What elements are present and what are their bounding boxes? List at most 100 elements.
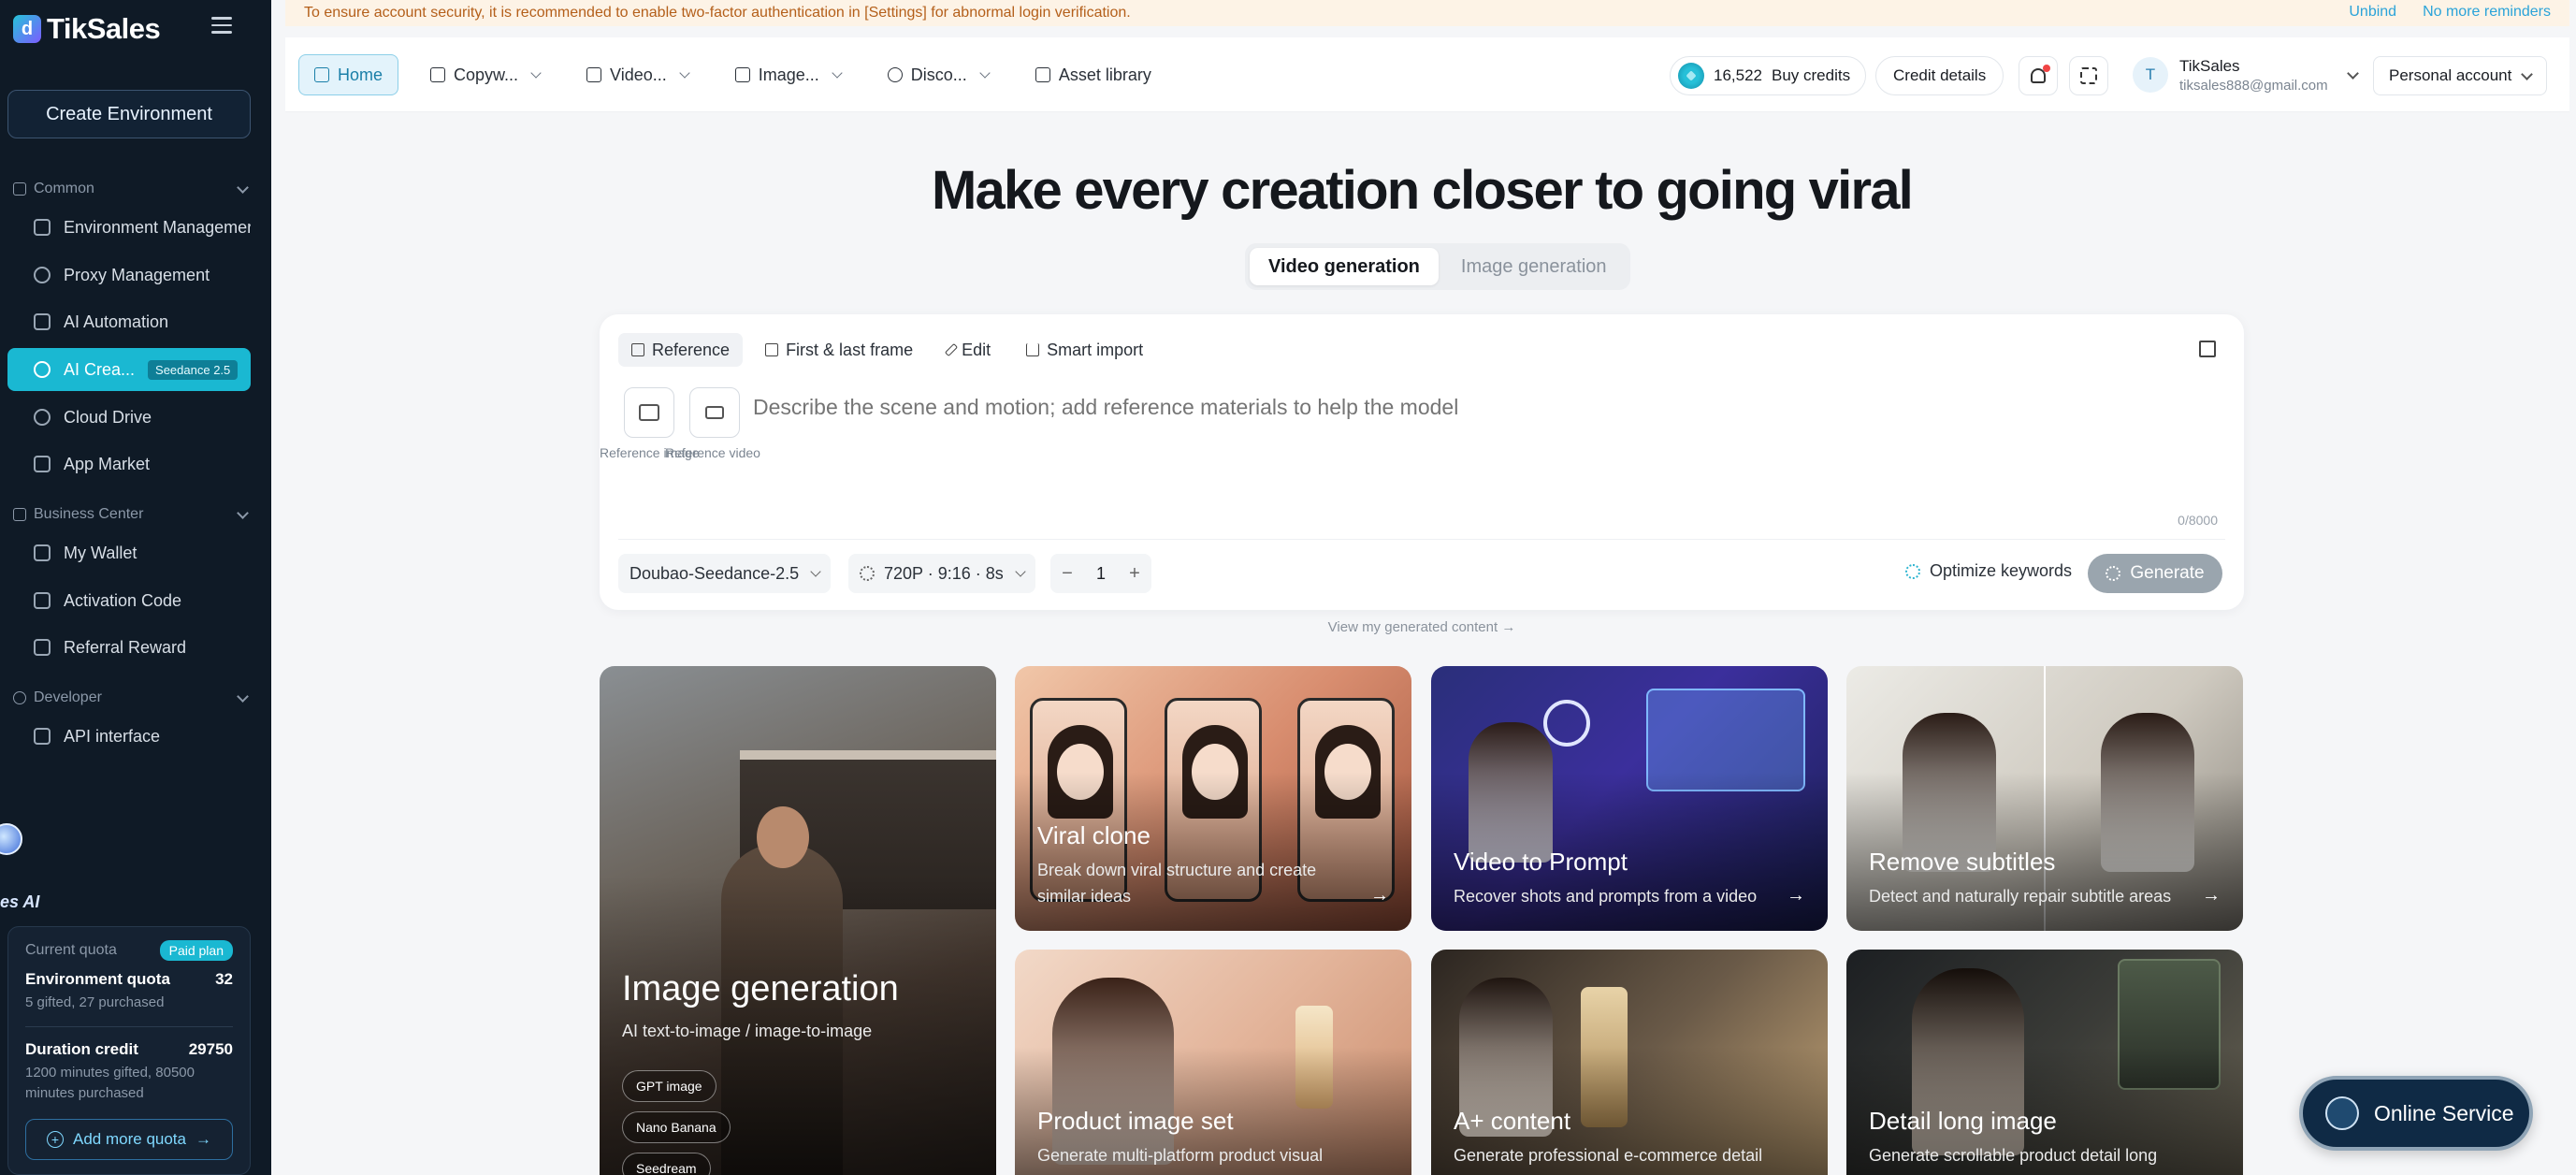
tab-reference[interactable]: Reference — [618, 333, 744, 367]
hamburger-menu-icon[interactable] — [211, 17, 232, 34]
tag-seedream[interactable]: Seedream — [622, 1153, 711, 1175]
tag-gpt-image[interactable]: GPT image — [622, 1070, 716, 1102]
nav-home[interactable]: Home — [298, 54, 399, 95]
sidebar-item-proxy[interactable]: Proxy Management — [7, 254, 251, 297]
card-viral-clone[interactable]: Viral clone Break down viral structure a… — [1015, 666, 1411, 931]
group-common-label: Common — [34, 181, 94, 196]
tab-video-generation[interactable]: Video generation — [1250, 248, 1439, 285]
no-more-reminders-link[interactable]: No more reminders — [2423, 4, 2551, 21]
sidebar-item-automation[interactable]: AI Automation — [7, 300, 251, 343]
card-remove-subtitles[interactable]: Remove subtitles Detect and naturally re… — [1846, 666, 2243, 931]
sidebar-item-referral[interactable]: Referral Reward — [7, 626, 251, 669]
create-environment-button[interactable]: Create Environment — [7, 90, 251, 138]
current-quota-label: Current quota — [25, 942, 117, 958]
sidebar-item-api[interactable]: API interface — [7, 715, 251, 758]
frames-icon — [765, 343, 779, 356]
notice-text: To ensure account security, it is recomm… — [304, 5, 1131, 21]
plan-badge: Paid plan — [159, 940, 233, 961]
env-quota-title: Environment quota — [25, 970, 170, 988]
reference-image-upload[interactable] — [624, 387, 674, 438]
card-desc: Generate professional e-commerce detail — [1454, 1146, 1763, 1165]
card-product-image-set[interactable]: Product image set Generate multi-platfor… — [1015, 950, 1411, 1175]
composer-tabs: Reference First & last frame Edit Smart … — [618, 333, 1156, 367]
card-title: Detail long image — [1869, 1107, 2057, 1135]
user-menu[interactable]: T TikSales tiksales888@gmail.com — [2133, 51, 2359, 99]
card-desc: Generate scrollable product detail long — [1869, 1146, 2158, 1165]
tab-image-generation[interactable]: Image generation — [1442, 248, 1626, 285]
online-service-button[interactable]: Online Service — [2299, 1076, 2533, 1151]
reference-video-upload[interactable] — [689, 387, 740, 438]
optimize-keywords-button[interactable]: Optimize keywords — [1905, 561, 2072, 581]
card-a-plus-content[interactable]: A+ content Generate professional e-comme… — [1431, 950, 1828, 1175]
scan-icon — [2080, 67, 2097, 84]
prompt-input[interactable] — [753, 395, 2212, 420]
nav-video[interactable]: Video... — [572, 54, 703, 95]
sidebar-item-ai-creation[interactable]: AI Crea... Seedance 2.5 — [7, 348, 251, 391]
chevron-down-icon — [237, 181, 249, 194]
reference-video-caption: Reference video — [665, 445, 760, 460]
arrow-right-icon: → — [2202, 885, 2221, 906]
arrow-right-icon: → — [1787, 885, 1805, 906]
video-settings-select[interactable]: 720P · 9:16 · 8s — [848, 554, 1035, 593]
sidebar-item-label: My Wallet — [64, 543, 137, 562]
card-desc: Generate multi-platform product visual — [1037, 1146, 1324, 1165]
decrement-button[interactable]: − — [1050, 563, 1084, 585]
card-image-generation[interactable]: Image generation AI text-to-image / imag… — [600, 666, 996, 1175]
card-title: Image generation — [622, 969, 899, 1008]
video-icon — [586, 67, 602, 82]
credit-coin-icon — [1678, 63, 1704, 89]
sidebar: d TikSales Create Environment Common Env… — [0, 0, 271, 1175]
sidebar-item-wallet[interactable]: My Wallet — [7, 531, 251, 574]
download-icon — [1026, 343, 1040, 356]
account-select[interactable]: Personal account — [2373, 56, 2547, 95]
app-logo[interactable]: d TikSales — [13, 9, 161, 49]
sidebar-item-label: API interface — [64, 726, 161, 746]
chevron-down-icon — [237, 690, 249, 703]
tab-first-last-frame[interactable]: First & last frame — [752, 333, 926, 367]
buy-credits-label: Buy credits — [1772, 66, 1851, 84]
store-icon — [34, 456, 51, 472]
logo-mark-icon: d — [13, 15, 41, 43]
scan-button[interactable] — [2069, 56, 2108, 95]
nav-copywriting[interactable]: Copyw... — [415, 54, 555, 95]
char-counter: 0/8000 — [2178, 513, 2218, 528]
group-business[interactable]: Business Center — [13, 501, 249, 528]
duration-credit-sub: 1200 minutes gifted, 80500 minutes purch… — [25, 1065, 195, 1101]
sidebar-item-app-market[interactable]: App Market — [7, 442, 251, 486]
card-video-to-prompt[interactable]: Video to Prompt Recover shots and prompt… — [1431, 666, 1828, 931]
nav-label: Video... — [610, 65, 667, 84]
credits-pill[interactable]: 16,522 Buy credits — [1670, 56, 1867, 95]
unbind-link[interactable]: Unbind — [2349, 4, 2396, 21]
optimize-label: Optimize keywords — [1930, 561, 2073, 580]
ring-light-shape — [1543, 700, 1590, 747]
quantity-value: 1 — [1095, 563, 1106, 583]
model-select[interactable]: Doubao-Seedance-2.5 — [618, 554, 832, 593]
sidebar-item-cloud-drive[interactable]: Cloud Drive — [7, 396, 251, 439]
nav-discover[interactable]: Disco... — [873, 54, 1004, 95]
ai-mascot-icon[interactable] — [0, 823, 22, 855]
increment-button[interactable]: + — [1118, 563, 1151, 585]
card-detail-long-image[interactable]: Detail long image Generate scrollable pr… — [1846, 950, 2243, 1175]
generate-button[interactable]: Generate — [2088, 554, 2222, 593]
chevron-down-icon — [2521, 67, 2533, 80]
chevron-down-icon — [1015, 566, 1026, 577]
group-developer[interactable]: Developer — [13, 685, 249, 711]
tab-smart-import[interactable]: Smart import — [1013, 333, 1156, 367]
notifications-button[interactable] — [2019, 56, 2058, 95]
nav-image[interactable]: Image... — [720, 54, 856, 95]
image-icon — [734, 67, 750, 82]
fullscreen-icon[interactable] — [2199, 341, 2216, 357]
credit-details-button[interactable]: Credit details — [1875, 56, 2004, 95]
person-face-shape — [757, 806, 809, 868]
group-common[interactable]: Common — [13, 176, 249, 202]
tab-edit[interactable]: Edit — [935, 333, 1004, 367]
add-quota-button[interactable]: + Add more quota → — [25, 1119, 233, 1160]
nav-asset-library[interactable]: Asset library — [1020, 54, 1166, 95]
gift-icon — [34, 639, 51, 656]
sidebar-item-activation[interactable]: Activation Code — [7, 579, 251, 622]
sidebar-item-label: Proxy Management — [64, 265, 210, 284]
view-generated-link[interactable]: View my generated content → — [285, 619, 2558, 635]
tag-nano-banana[interactable]: Nano Banana — [622, 1111, 731, 1143]
video-camera-icon — [705, 406, 724, 419]
sidebar-item-environment[interactable]: Environment Managemer — [7, 206, 251, 249]
